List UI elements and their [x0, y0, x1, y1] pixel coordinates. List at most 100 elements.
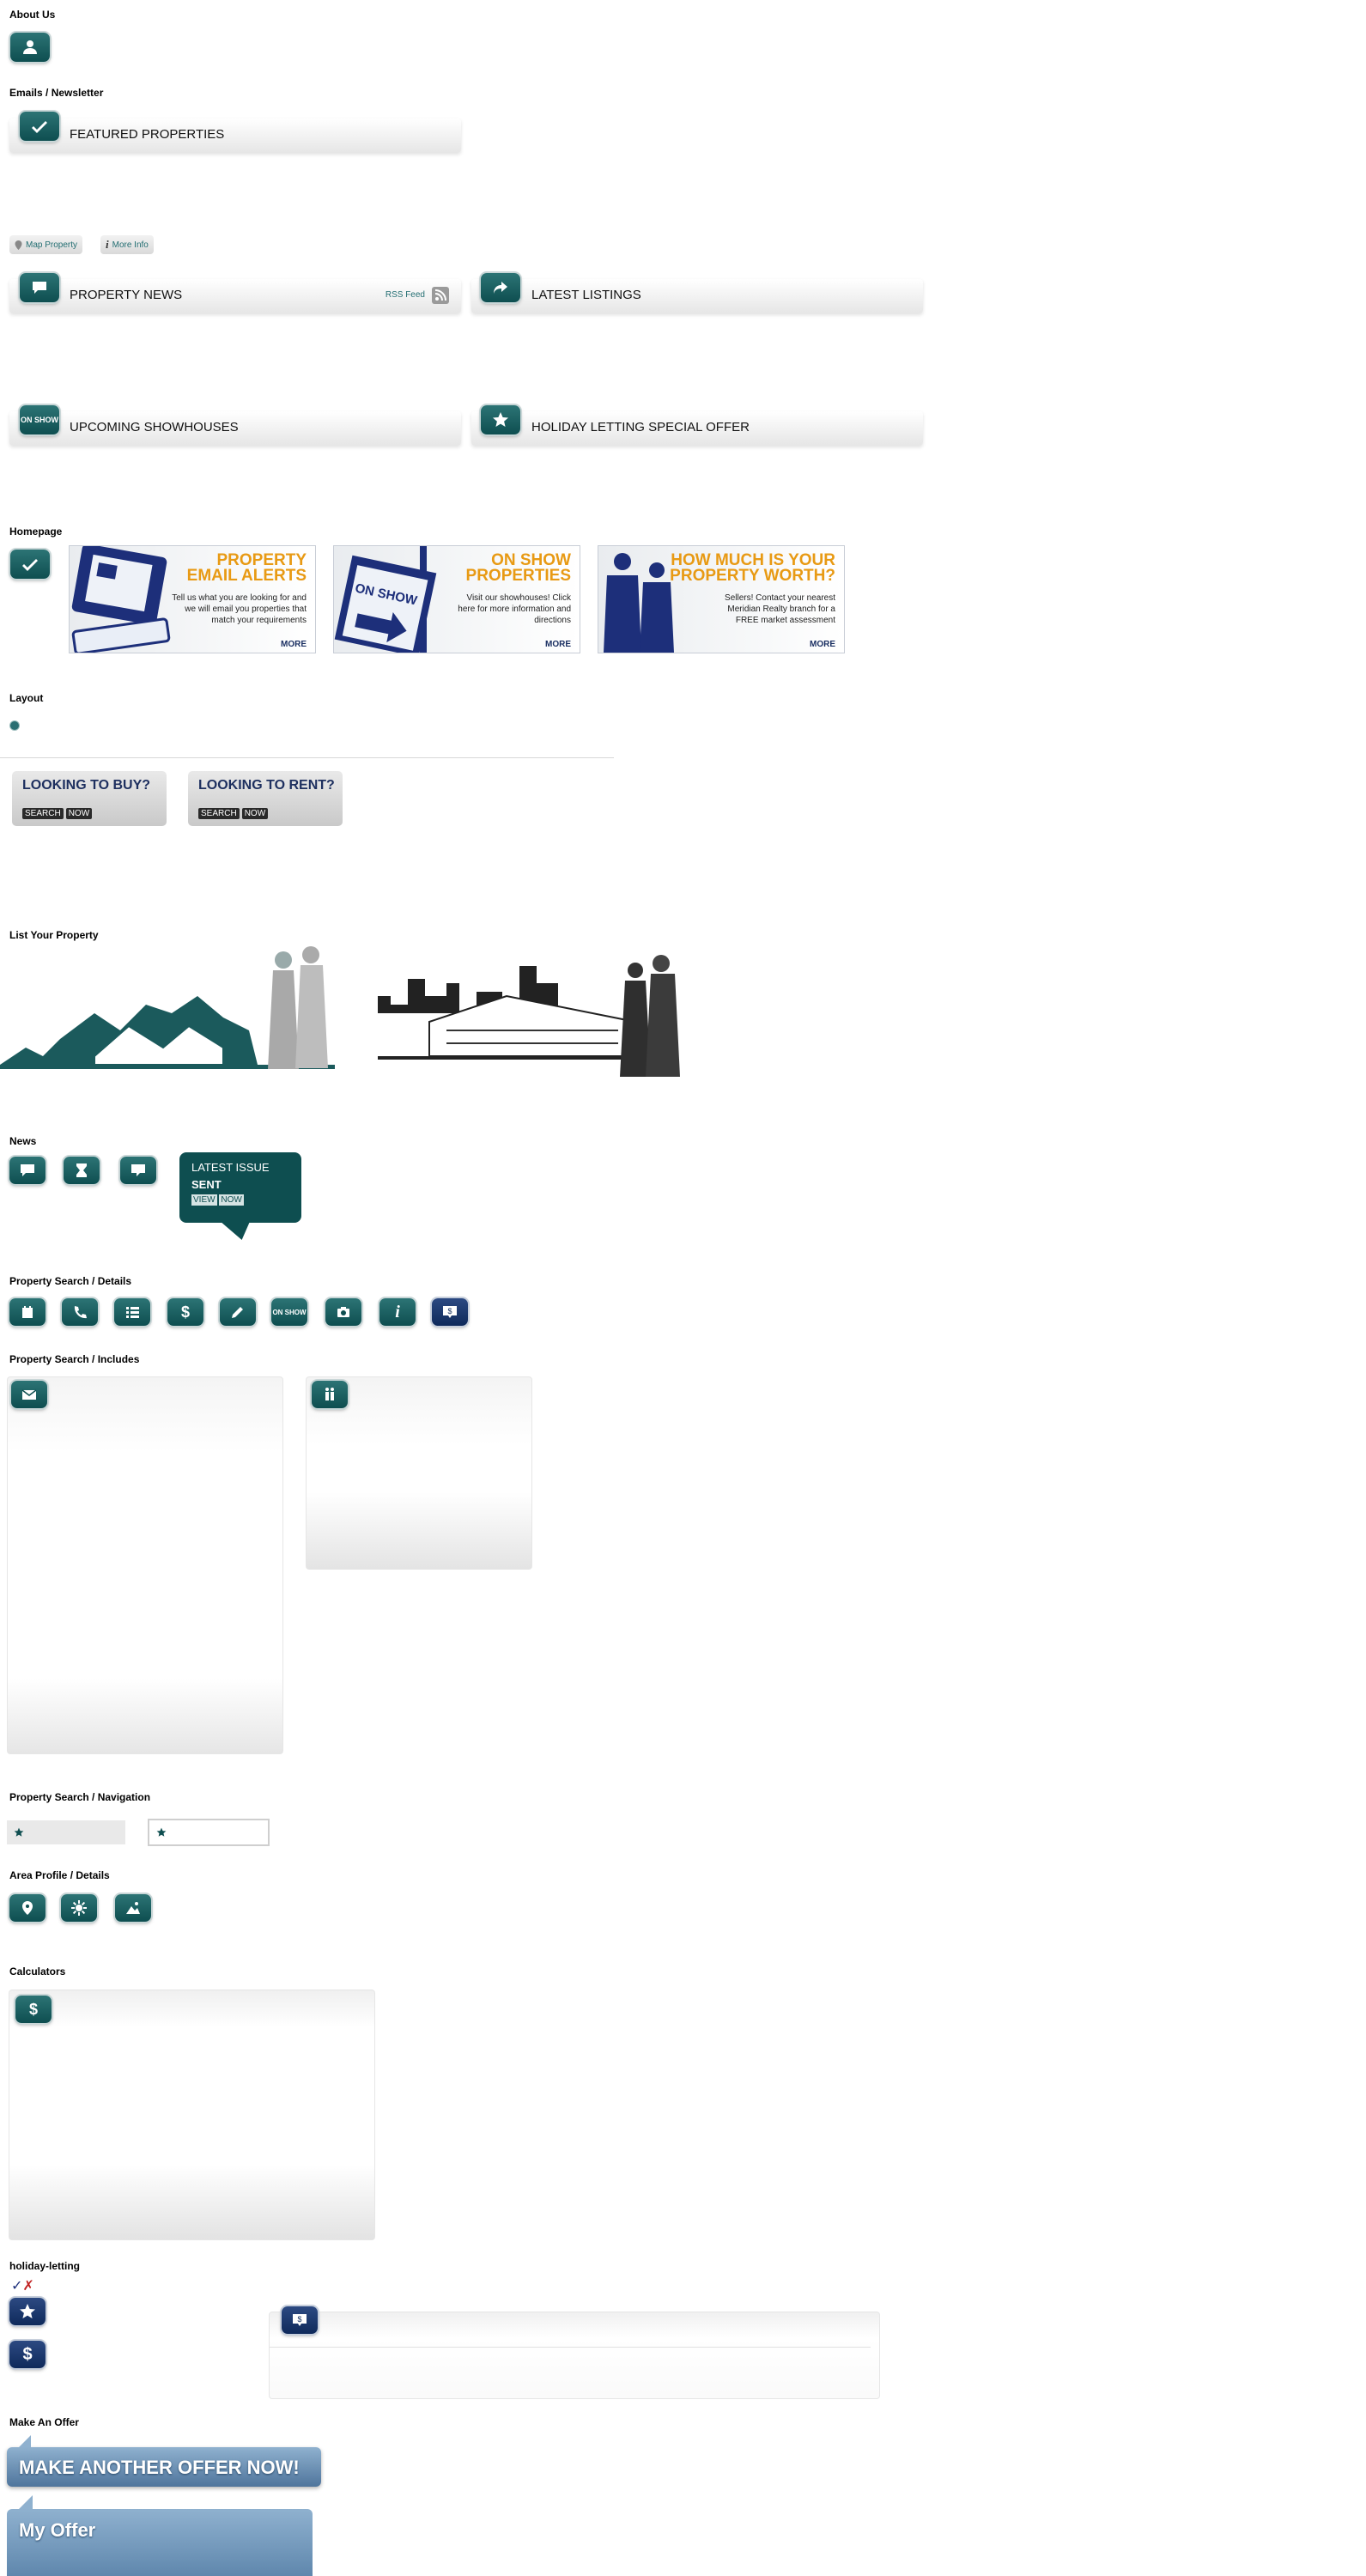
map-property-button[interactable]: Map Property: [9, 235, 83, 254]
more-info-button[interactable]: i More Info: [100, 235, 154, 254]
info-icon[interactable]: i: [379, 1298, 416, 1326]
search-label[interactable]: SEARCH: [198, 808, 240, 819]
money-bubble-icon[interactable]: $: [282, 2306, 318, 2334]
make-another-offer-button[interactable]: MAKE ANOTHER OFFER NOW!: [7, 2447, 321, 2487]
star-icon: [481, 405, 520, 434]
more-link[interactable]: MORE: [281, 640, 307, 649]
star-icon: [156, 1827, 167, 1837]
section-area-profile: Area Profile / Details: [9, 1869, 110, 1881]
dollar-icon[interactable]: $: [9, 2341, 46, 2368]
on-show-icon[interactable]: ON SHOW: [271, 1298, 307, 1326]
my-offer-label: My Offer: [19, 2519, 96, 2541]
checkmark-icon: [20, 112, 59, 141]
latest-listings-bar[interactable]: LATEST LISTINGS: [471, 279, 923, 313]
hourglass-icon[interactable]: [64, 1157, 100, 1184]
featured-properties-bar[interactable]: FEATURED PROPERTIES: [9, 118, 461, 153]
info-icon: i: [106, 238, 109, 251]
comment-icon[interactable]: [120, 1157, 156, 1184]
more-info-label: More Info: [112, 240, 149, 250]
section-emails-newsletter: Emails / Newsletter: [9, 87, 104, 99]
star-icon: [14, 1827, 24, 1837]
on-show-properties-tile[interactable]: ON SHOW ON SHOW PROPERTIES Visit our show…: [333, 545, 580, 653]
offer-bubble-tail: [19, 2435, 31, 2447]
my-offer-box[interactable]: My Offer: [7, 2509, 313, 2576]
offer-bubble-tail: [19, 2495, 33, 2509]
holiday-letting-bar[interactable]: HOLIDAY LETTING SPECIAL OFFER: [471, 411, 923, 446]
more-link[interactable]: MORE: [545, 640, 571, 649]
svg-text:$: $: [297, 2315, 301, 2324]
pencil-icon[interactable]: [220, 1298, 256, 1326]
looking-to-rent-title: LOOKING TO RENT?: [198, 778, 335, 793]
looking-to-rent-box[interactable]: LOOKING TO RENT? SEARCH NOW: [188, 771, 343, 826]
money-bubble-icon[interactable]: $: [432, 1298, 468, 1326]
office-building-couple-illustration: [361, 955, 680, 1077]
section-calculators: Calculators: [9, 1965, 66, 1978]
checkmark-icon[interactable]: [10, 550, 50, 579]
section-make-offer: Make An Offer: [9, 2416, 79, 2428]
dollar-icon[interactable]: $: [15, 1996, 52, 2023]
list-icon[interactable]: [114, 1298, 150, 1326]
section-news: News: [9, 1135, 37, 1147]
bullet-icon: [10, 721, 19, 730]
tile-title-2: EMAIL ALERTS: [186, 567, 307, 585]
section-homepage: Homepage: [9, 526, 63, 538]
landscape-icon[interactable]: [115, 1894, 151, 1922]
camera-icon[interactable]: [325, 1298, 361, 1326]
svg-text:$: $: [447, 1307, 452, 1315]
tile-text: Tell us what you are looking for and we …: [172, 593, 307, 625]
now-label[interactable]: NOW: [219, 1194, 244, 1206]
dollar-icon[interactable]: $: [167, 1298, 203, 1326]
view-label[interactable]: VIEW: [191, 1194, 217, 1206]
section-about-us: About Us: [9, 9, 56, 21]
phone-icon[interactable]: [62, 1298, 98, 1326]
sun-icon[interactable]: [61, 1894, 97, 1922]
section-search-includes: Property Search / Includes: [9, 1353, 140, 1365]
divider: [0, 757, 614, 758]
share-arrow-icon: [481, 273, 520, 302]
tile-title-2: PROPERTY WORTH?: [670, 567, 835, 585]
looking-to-buy-box[interactable]: LOOKING TO BUY? SEARCH NOW: [12, 771, 167, 826]
nav-tab-active[interactable]: [7, 1820, 125, 1844]
now-label[interactable]: NOW: [241, 808, 269, 819]
property-worth-tile[interactable]: HOW MUCH IS YOUR PROPERTY WORTH? Sellers!…: [598, 545, 845, 653]
upcoming-showhouses-label: UPCOMING SHOWHOUSES: [70, 420, 239, 434]
rss-feed-link[interactable]: RSS Feed: [386, 290, 425, 300]
person-icon[interactable]: [10, 33, 50, 62]
email-alerts-tile[interactable]: PROPERTY EMAIL ALERTS Tell us what you ar…: [69, 545, 316, 653]
make-another-offer-label: MAKE ANOTHER OFFER NOW!: [19, 2457, 300, 2478]
looking-to-buy-title: LOOKING TO BUY?: [22, 778, 151, 793]
nav-tab-inactive[interactable]: [148, 1819, 270, 1846]
map-pin-icon[interactable]: [9, 1894, 46, 1922]
holiday-letting-box: [269, 2312, 880, 2399]
divider: [270, 2347, 871, 2348]
on-show-icon: ON SHOW: [20, 405, 59, 434]
map-property-label: Map Property: [26, 240, 78, 250]
now-label[interactable]: NOW: [65, 808, 93, 819]
more-link[interactable]: MORE: [810, 640, 835, 649]
featured-properties-label: FEATURED PROPERTIES: [70, 127, 225, 142]
speech-bubble-icon[interactable]: [9, 1157, 46, 1184]
latest-listings-label: LATEST LISTINGS: [531, 288, 641, 302]
property-news-bar[interactable]: PROPERTY NEWS RSS Feed: [9, 279, 461, 313]
calendar-icon[interactable]: [9, 1298, 46, 1326]
speech-bubble-icon: [20, 273, 59, 302]
property-news-label: PROPERTY NEWS: [70, 288, 183, 302]
email-include-box: [7, 1376, 283, 1754]
rss-icon[interactable]: [432, 287, 449, 304]
house-couple-illustration: [0, 946, 335, 1069]
section-search-details: Property Search / Details: [9, 1275, 132, 1287]
section-holiday-letting: holiday-letting: [9, 2260, 80, 2272]
latest-issue-bubble[interactable]: LATEST ISSUE SENT VIEW NOW: [179, 1152, 301, 1223]
people-icon[interactable]: [312, 1381, 348, 1408]
envelope-icon[interactable]: [11, 1381, 47, 1408]
holiday-letting-label: HOLIDAY LETTING SPECIAL OFFER: [531, 420, 750, 434]
upcoming-showhouses-bar[interactable]: UPCOMING SHOWHOUSES: [9, 411, 461, 446]
latest-issue-label: LATEST ISSUE: [191, 1161, 270, 1174]
section-search-navigation: Property Search / Navigation: [9, 1791, 151, 1803]
section-list-property: List Your Property: [9, 929, 99, 941]
map-pin-icon: [15, 240, 22, 250]
search-label[interactable]: SEARCH: [22, 808, 64, 819]
tile-text: Sellers! Contact your nearest Meridian R…: [725, 593, 835, 625]
tile-text: Visit our showhouses! Click here for mor…: [458, 593, 571, 625]
star-icon[interactable]: [9, 2298, 46, 2325]
